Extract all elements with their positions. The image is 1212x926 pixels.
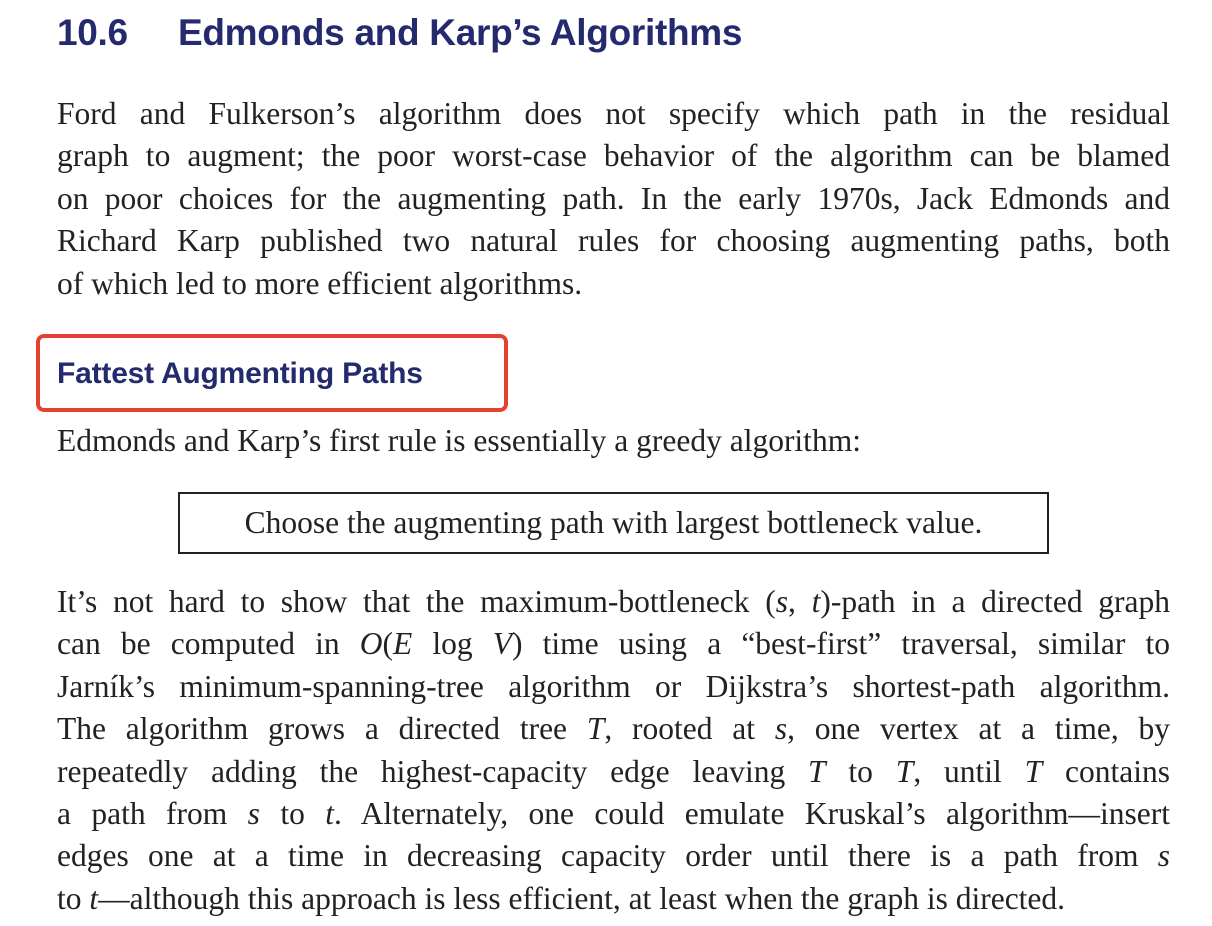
intro-line: on poor choices for the augmenting path.… [57, 180, 1170, 216]
math-s: s [1157, 838, 1170, 874]
rule-box-text: Choose the augmenting path with largest … [244, 505, 983, 540]
text-run: —although this approach is less efficien… [98, 880, 1066, 916]
body-line-4: The algorithm grows a directed tree T, r… [57, 708, 1170, 750]
text-run: The algorithm grows a directed tree [57, 711, 587, 747]
text-run: ) time using a “best-first” traversal, s… [512, 626, 1170, 662]
rule-intro-line: Edmonds and Karp’s first rule is essenti… [57, 423, 861, 458]
math-V: V [492, 626, 513, 662]
text-run: a path from [57, 796, 248, 832]
section-heading: 10.6 Edmonds and Karp’s Algorithms [57, 12, 742, 54]
body-line-8: to t—although this approach is less effi… [57, 878, 1170, 920]
body-line-7: edges one at a time in decreasing capaci… [57, 835, 1170, 877]
math-T: T [1024, 753, 1043, 789]
body-line-1: It’s not hard to show that the maximum-b… [57, 581, 1170, 623]
intro-line: of which led to more efficient algorithm… [57, 265, 583, 301]
math-t: t [89, 880, 99, 916]
subsection-title: Fattest Augmenting Paths [57, 357, 423, 390]
rule-intro-paragraph: Edmonds and Karp’s first rule is essenti… [57, 420, 1170, 462]
text-run: can be computed in [57, 626, 360, 662]
text-run: ( [382, 626, 393, 662]
body-line-6: a path from s to t. Alternately, one cou… [57, 793, 1170, 835]
text-run: . Alternately, one could emulate Kruskal… [334, 796, 1170, 832]
section-number: 10.6 [57, 12, 128, 53]
math-T: T [895, 753, 914, 789]
intro-paragraph: Ford and Fulkerson’s algorithm does not … [57, 93, 1170, 305]
section-title: Edmonds and Karp’s Algorithms [178, 12, 743, 53]
text-run: to [57, 880, 90, 916]
text-run: It’s not hard to show that the maximum-b… [57, 584, 776, 619]
math-s: s [247, 796, 260, 832]
math-O: O [359, 626, 383, 662]
intro-line: Richard Karp published two natural rules… [57, 223, 1170, 259]
text-run: to [259, 796, 326, 832]
text-run: )-path in a directed graph [820, 584, 1170, 619]
text-run: repeatedly adding the highest-capacity e… [57, 753, 809, 789]
body-line-3: Jarník’s minimum-spanning-tree algorithm… [57, 668, 1170, 704]
text-run: , until [913, 753, 1025, 789]
body-line-5: repeatedly adding the highest-capacity e… [57, 751, 1170, 793]
math-s: s [774, 711, 788, 747]
math-s: s [775, 584, 788, 619]
rule-box: Choose the augmenting path with largest … [178, 492, 1049, 554]
text-run: , rooted at [604, 711, 775, 747]
math-log: log [412, 626, 493, 662]
text-run: , one vertex at a time, by [787, 711, 1170, 747]
math-t: t [325, 796, 335, 832]
body-line-2: can be computed in O(E log V) time using… [57, 623, 1170, 665]
text-run: contains [1042, 753, 1170, 789]
math-T: T [586, 711, 605, 747]
text-run: edges one at a time in decreasing capaci… [57, 838, 1158, 874]
intro-line: Ford and Fulkerson’s algorithm does not … [57, 96, 1170, 131]
math-E: E [392, 626, 413, 662]
math-T: T [808, 753, 826, 789]
body-paragraph: It’s not hard to show that the maximum-b… [57, 581, 1170, 920]
intro-line: graph to augment; the poor worst-case be… [57, 138, 1170, 174]
text-run: , [788, 584, 812, 619]
text-run: to [825, 753, 896, 789]
